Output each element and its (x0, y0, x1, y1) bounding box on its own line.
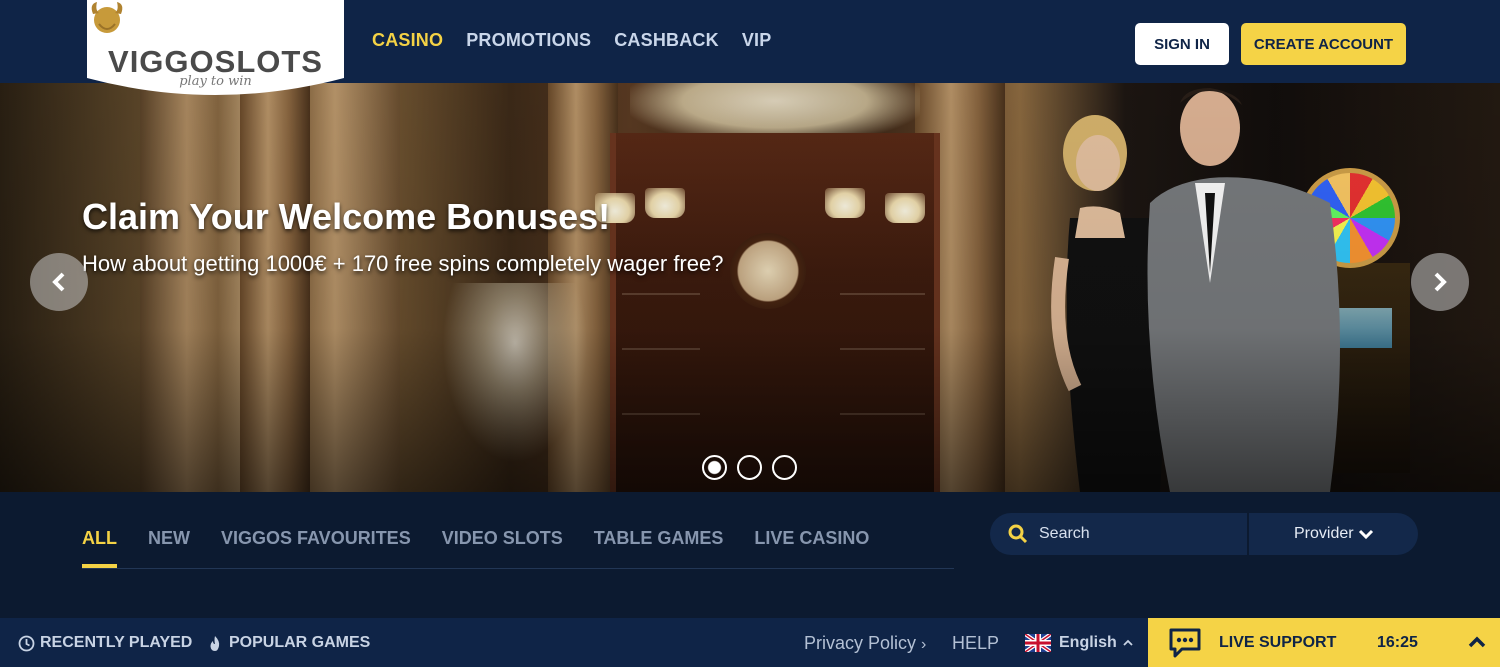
caret-up-icon[interactable] (1468, 636, 1486, 648)
live-support-button[interactable]: LIVE SUPPORT 16:25 (1148, 618, 1500, 667)
privacy-policy-link[interactable]: Privacy Policy › (804, 633, 926, 654)
search-divider (1247, 513, 1249, 555)
nav-cashback[interactable]: CASHBACK (614, 30, 719, 51)
create-account-button[interactable]: CREATE ACCOUNT (1241, 23, 1406, 65)
clock-icon (18, 635, 35, 651)
hero-overlay (0, 83, 1500, 492)
chevron-left-icon (52, 272, 65, 292)
search-input[interactable]: Search (1039, 525, 1090, 543)
hero-subtitle: How about getting 1000€ + 170 free spins… (82, 251, 724, 276)
slide-indicators (702, 455, 797, 480)
uk-flag-icon (1025, 634, 1051, 652)
chat-icon (1169, 628, 1201, 658)
tabs-divider (82, 568, 954, 569)
nav-vip[interactable]: VIP (742, 30, 772, 51)
prev-slide-button[interactable] (30, 253, 88, 311)
main-nav: CASINO PROMOTIONS CASHBACK VIP (372, 30, 794, 51)
search-icon (1008, 524, 1028, 544)
privacy-policy-label: Privacy Policy (804, 633, 917, 653)
viking-helmet-icon (91, 2, 123, 33)
language-label: English (1059, 634, 1117, 651)
bottom-bar: RECENTLY PLAYED POPULAR GAMES Privacy Po… (0, 618, 1500, 667)
nav-promotions[interactable]: PROMOTIONS (466, 30, 591, 51)
chevron-right-icon: › (921, 636, 927, 653)
tab-all[interactable]: ALL (82, 528, 117, 568)
popular-games-button[interactable]: POPULAR GAMES (208, 634, 370, 652)
help-link[interactable]: HELP (952, 633, 999, 654)
logo[interactable]: VIGGOSLOTS play to win (87, 0, 344, 104)
chevron-up-icon (1123, 639, 1133, 646)
language-selector[interactable]: English (1025, 634, 1134, 652)
tab-live-casino[interactable]: LIVE CASINO (754, 528, 869, 568)
current-time: 16:25 (1377, 634, 1418, 651)
next-slide-button[interactable] (1411, 253, 1469, 311)
tab-video-slots[interactable]: VIDEO SLOTS (442, 528, 563, 568)
flame-icon (210, 635, 220, 651)
game-filter-bar: ALL NEW VIGGOS FAVOURITES VIDEO SLOTS TA… (0, 492, 1500, 618)
search-bar: Search Provider (990, 513, 1418, 555)
nav-casino[interactable]: CASINO (372, 30, 443, 51)
hero-title: Claim Your Welcome Bonuses! (82, 196, 611, 237)
provider-dropdown[interactable]: Provider (1294, 525, 1354, 543)
tab-new[interactable]: NEW (148, 528, 190, 568)
slide-dot-1[interactable] (702, 455, 727, 480)
hero-banner: Claim Your Welcome Bonuses! How about ge… (0, 83, 1500, 492)
recently-played-button[interactable]: RECENTLY PLAYED (18, 634, 192, 652)
recently-played-label: RECENTLY PLAYED (40, 634, 193, 651)
tab-table-games[interactable]: TABLE GAMES (594, 528, 724, 568)
slide-dot-3[interactable] (772, 455, 797, 480)
sign-in-button[interactable]: SIGN IN (1135, 23, 1229, 65)
chevron-down-icon[interactable] (1358, 528, 1374, 540)
slide-dot-2[interactable] (737, 455, 762, 480)
tab-viggos-favourites[interactable]: VIGGOS FAVOURITES (221, 528, 411, 568)
popular-games-label: POPULAR GAMES (229, 634, 371, 651)
game-category-tabs: ALL NEW VIGGOS FAVOURITES VIDEO SLOTS TA… (82, 528, 900, 568)
chevron-right-icon (1434, 272, 1447, 292)
live-support-label: LIVE SUPPORT (1219, 634, 1337, 651)
logo-tagline: play to win (179, 74, 252, 89)
